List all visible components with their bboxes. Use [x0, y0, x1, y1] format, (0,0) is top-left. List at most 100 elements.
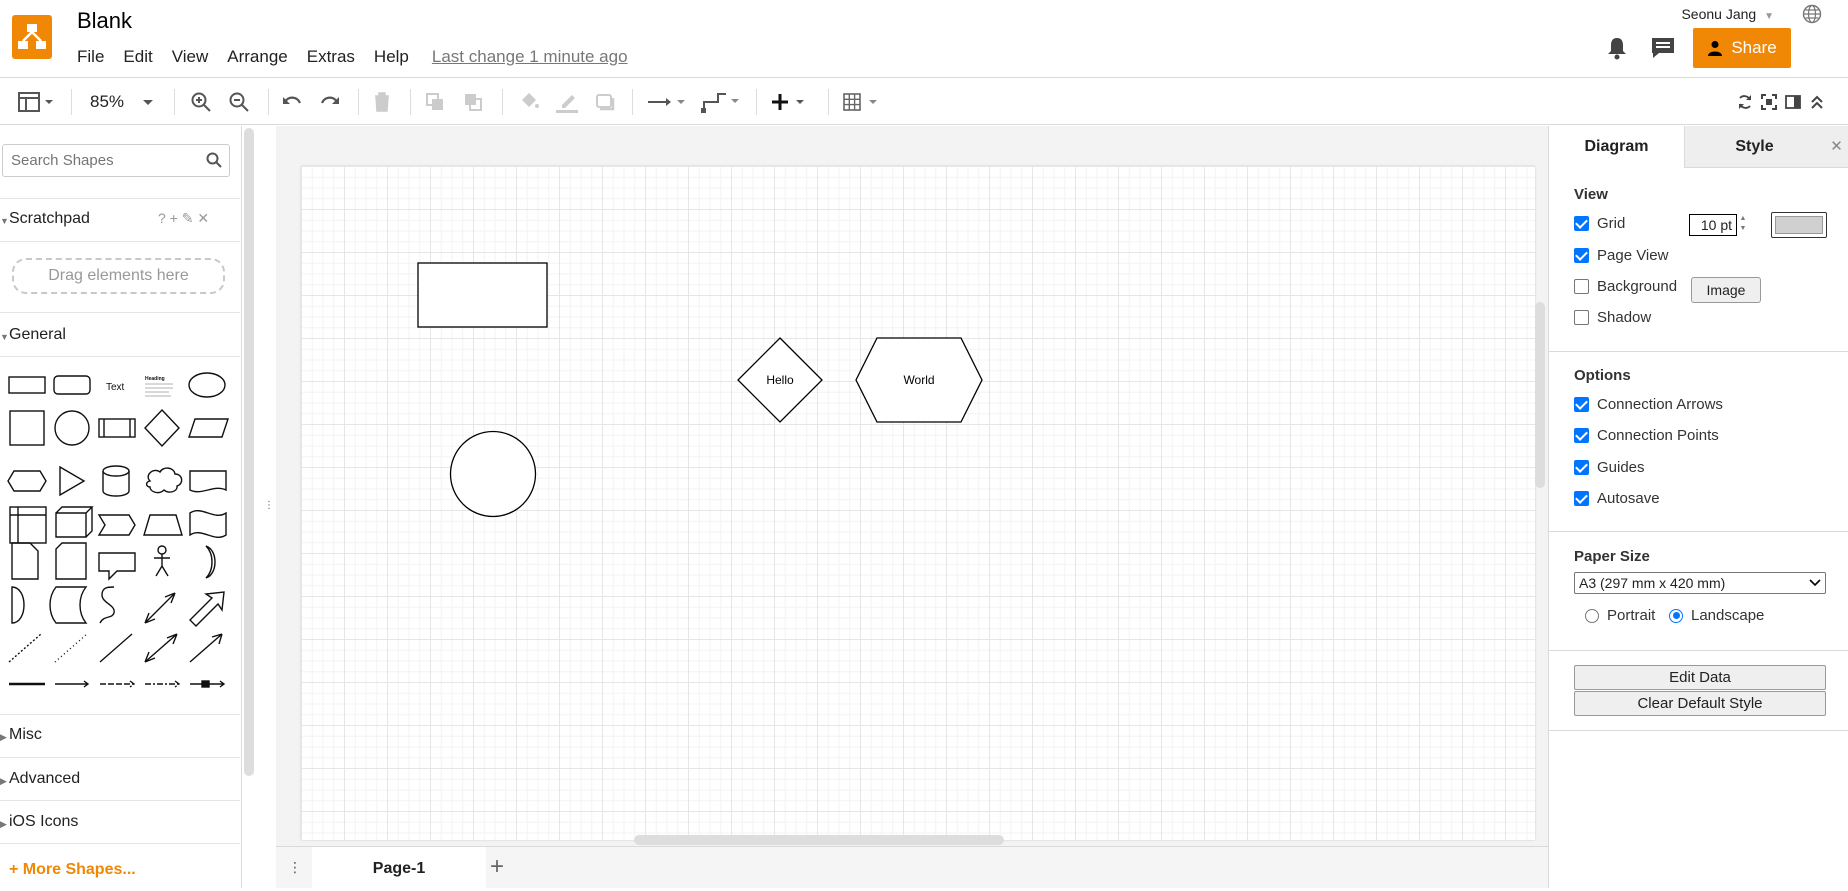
zoom-in-button[interactable] [190, 89, 212, 115]
portrait-option[interactable]: Portrait [1585, 607, 1655, 624]
connection-arrows-checkbox[interactable] [1574, 397, 1589, 412]
shape-ellipse [188, 372, 226, 398]
scratchpad-drop-zone[interactable]: Drag elements here [12, 258, 225, 294]
table-button[interactable] [842, 89, 886, 115]
guides-checkbox[interactable] [1574, 460, 1589, 475]
clear-default-style-button[interactable]: Clear Default Style [1574, 691, 1826, 716]
page-view-option[interactable]: Page View [1574, 247, 1668, 264]
autosave-checkbox[interactable] [1574, 491, 1589, 506]
diagram-page[interactable]: Hello World [301, 166, 1535, 840]
globe-icon[interactable] [1802, 4, 1822, 24]
search-shapes-input[interactable] [2, 144, 230, 177]
shadow-button[interactable] [594, 89, 616, 115]
grid-color-button[interactable] [1771, 212, 1827, 238]
ios-icons-label: iOS Icons [9, 813, 79, 830]
pencil-icon [556, 95, 578, 113]
general-header[interactable]: ▼ General [0, 326, 240, 344]
connection-style-button[interactable] [646, 89, 688, 115]
menu-help[interactable]: Help [374, 47, 409, 67]
canvas-circle[interactable] [449, 430, 537, 518]
paper-size-select[interactable]: A3 (297 mm x 420 mm) [1574, 572, 1826, 594]
shadow-option[interactable]: Shadow [1574, 309, 1651, 326]
document-title[interactable]: Blank [77, 8, 132, 34]
undo-button[interactable] [280, 89, 304, 115]
general-shapes-palette[interactable]: Text Heading [0, 360, 240, 840]
toggle-panel-button[interactable] [1784, 89, 1802, 115]
to-back-button[interactable] [462, 89, 484, 115]
ios-icons-header[interactable]: ▶ iOS Icons [0, 813, 240, 831]
image-button[interactable]: Image [1691, 277, 1761, 303]
misc-header[interactable]: ▶ Misc [0, 726, 240, 744]
page-tab-page-1[interactable]: Page-1 [312, 847, 486, 889]
background-option[interactable]: Background [1574, 278, 1677, 295]
guides-option[interactable]: Guides [1574, 459, 1645, 476]
grid-option[interactable]: Grid [1574, 215, 1625, 232]
sidebar-scrollbar[interactable] [244, 128, 254, 776]
canvas-rectangle[interactable] [417, 262, 548, 328]
collapse-button[interactable] [1808, 89, 1826, 115]
sidebar-resize-handle[interactable]: ⋮ [264, 500, 274, 511]
tab-diagram[interactable]: Diagram [1549, 126, 1684, 168]
scratchpad-actions[interactable]: ? + ✎ ✕ [158, 210, 209, 227]
zoom-out-button[interactable] [228, 89, 250, 115]
menu-extras[interactable]: Extras [307, 47, 355, 67]
shadow-icon [596, 94, 615, 111]
diagram-canvas[interactable]: Hello World [276, 126, 1548, 846]
canvas-vertical-scrollbar[interactable] [1535, 302, 1545, 488]
redo-button[interactable] [318, 89, 342, 115]
grid-size-input[interactable]: 10 pt [1689, 214, 1737, 236]
view-section-title: View [1574, 186, 1608, 203]
share-button[interactable]: Share [1693, 28, 1791, 68]
landscape-option[interactable]: Landscape [1669, 607, 1764, 624]
waypoints-button[interactable] [700, 89, 742, 115]
shapes-sidebar: ▼ Scratchpad ? + ✎ ✕ Drag elements here … [0, 126, 242, 888]
page-view-checkbox[interactable] [1574, 248, 1589, 263]
shape-square [9, 410, 45, 446]
tab-style[interactable]: Style [1684, 126, 1824, 168]
shape-circle [54, 410, 90, 446]
line-color-button[interactable] [554, 89, 580, 115]
to-front-button[interactable] [424, 89, 446, 115]
paper-size-value: A3 (297 mm x 420 mm) [1579, 575, 1726, 591]
pages-menu-icon[interactable]: ⋮ [288, 859, 302, 876]
close-icon[interactable]: ✕ [1824, 126, 1848, 168]
user-name[interactable]: Seonu Jang ▼ [1681, 6, 1774, 22]
canvas-horizontal-scrollbar[interactable] [634, 835, 1004, 845]
last-change-link[interactable]: Last change 1 minute ago [432, 47, 628, 67]
connection-points-option[interactable]: Connection Points [1574, 427, 1719, 444]
general-label: General [9, 326, 66, 343]
search-icon[interactable] [206, 152, 222, 173]
sync-button[interactable] [1736, 89, 1754, 115]
scratchpad-header[interactable]: ▼ Scratchpad ? + ✎ ✕ [0, 210, 240, 228]
background-checkbox[interactable] [1574, 279, 1589, 294]
menu-edit[interactable]: Edit [123, 47, 152, 67]
autosave-option[interactable]: Autosave [1574, 490, 1660, 507]
paint-bucket-icon [522, 93, 539, 108]
menu-arrange[interactable]: Arrange [227, 47, 287, 67]
landscape-radio[interactable] [1669, 608, 1683, 623]
portrait-radio[interactable] [1585, 608, 1599, 623]
format-panel-toggle[interactable] [16, 89, 56, 115]
shadow-checkbox[interactable] [1574, 310, 1589, 325]
menu-file[interactable]: File [77, 47, 104, 67]
grid-size-stepper[interactable]: ▲ ▼ [1737, 214, 1749, 236]
canvas-hexagon[interactable]: World [855, 337, 983, 423]
zoom-select[interactable]: 85% [90, 89, 160, 115]
add-page-icon[interactable]: + [490, 853, 504, 881]
more-shapes-button[interactable]: + More Shapes... [9, 861, 136, 879]
menu-view[interactable]: View [172, 47, 209, 67]
insert-button[interactable] [770, 89, 812, 115]
grid-checkbox[interactable] [1574, 216, 1589, 231]
bell-icon[interactable] [1606, 36, 1628, 65]
fullscreen-button[interactable] [1760, 89, 1778, 115]
delete-button[interactable] [372, 89, 392, 115]
advanced-header[interactable]: ▶ Advanced [0, 770, 240, 788]
comments-icon[interactable] [1650, 36, 1676, 65]
hexagon-label: World [903, 373, 934, 387]
fill-color-button[interactable] [516, 89, 540, 115]
connection-arrows-option[interactable]: Connection Arrows [1574, 396, 1723, 413]
connection-points-checkbox[interactable] [1574, 428, 1589, 443]
canvas-diamond[interactable]: Hello [737, 337, 823, 423]
shape-tape [189, 510, 227, 538]
edit-data-button[interactable]: Edit Data [1574, 665, 1826, 690]
